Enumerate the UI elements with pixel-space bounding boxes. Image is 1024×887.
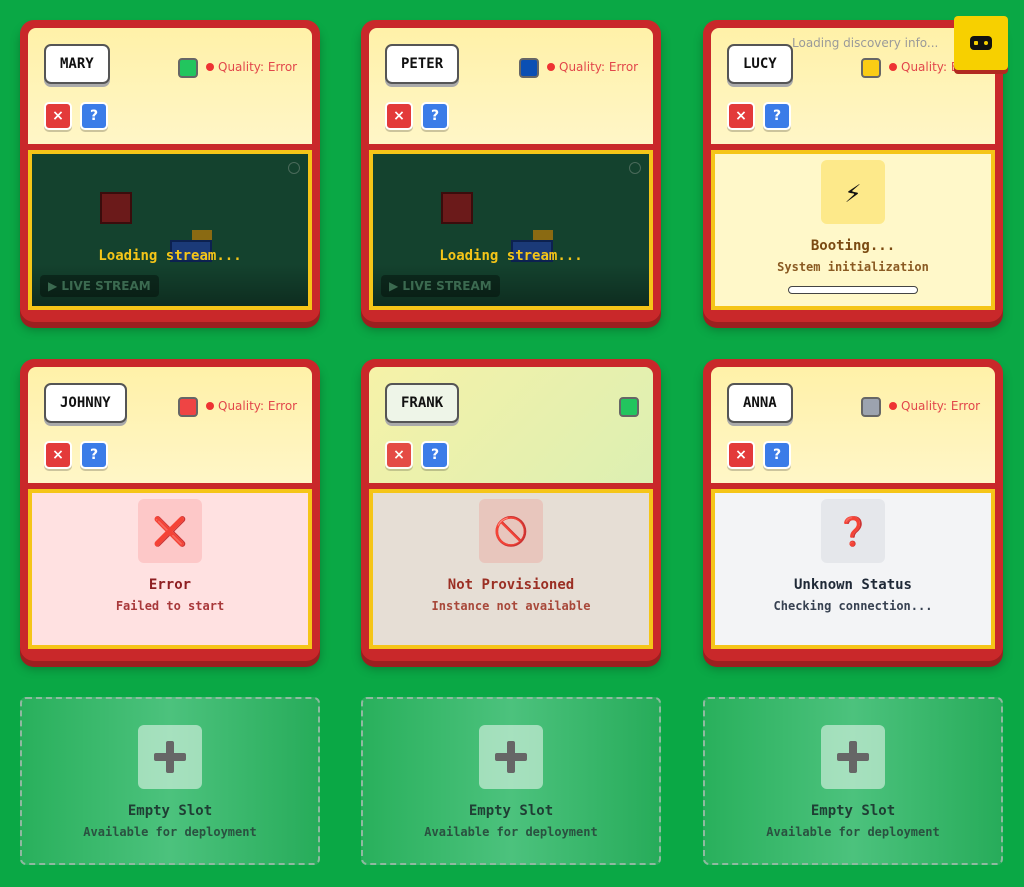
status-subtitle: Failed to start: [115, 599, 225, 613]
question-icon: ❓: [821, 499, 885, 563]
spinner-icon: [629, 162, 641, 174]
help-button[interactable]: ?: [80, 441, 108, 469]
status-title: Error: [148, 577, 192, 593]
close-button[interactable]: ×: [44, 441, 72, 469]
add-icon: [138, 725, 202, 789]
empty-slot[interactable]: Empty Slot Available for deployment: [361, 697, 661, 865]
status-panel-not-provisioned: 🚫 Not Provisioned Instance not available: [369, 489, 653, 649]
help-button[interactable]: ?: [763, 441, 791, 469]
status-title: Unknown Status: [793, 577, 912, 593]
status-panel-booting: ⚡ Booting... System initialization: [711, 150, 995, 310]
stream-pixel: [100, 192, 132, 224]
instance-name-tag[interactable]: PETER: [385, 44, 460, 84]
status-title: Not Provisioned: [447, 577, 575, 593]
error-icon: ❌: [138, 499, 202, 563]
status-panel-unknown: ❓ Unknown Status Checking connection...: [711, 489, 995, 649]
card-header: MARY Quality: Error × ?: [28, 28, 312, 144]
card-header: JOHNNY Quality: Error × ?: [28, 367, 312, 483]
add-icon: [821, 725, 885, 789]
close-button[interactable]: ×: [385, 441, 413, 469]
instance-card-peter: PETER Quality: Error × ? Loading stream.…: [361, 20, 661, 322]
add-icon: [479, 725, 543, 789]
empty-slot-subtitle: Available for deployment: [766, 825, 940, 839]
card-header: PETER Quality: Error × ?: [369, 28, 653, 144]
quality-label: Quality: Error: [559, 60, 639, 74]
quality-indicator: Quality: Error: [206, 59, 297, 75]
lightning-icon: ⚡: [821, 160, 885, 224]
empty-slot-title: Empty Slot: [810, 803, 896, 819]
quality-indicator: Quality: E: [889, 59, 958, 75]
quality-indicator: Quality: Error: [547, 59, 638, 75]
status-subtitle: Checking connection...: [773, 599, 933, 613]
empty-slot-subtitle: Available for deployment: [424, 825, 598, 839]
instance-name-tag[interactable]: JOHNNY: [44, 383, 127, 423]
quality-label: Quality: Error: [901, 399, 981, 413]
instance-name-tag[interactable]: LUCY: [727, 44, 793, 84]
instance-name-tag[interactable]: MARY: [44, 44, 110, 84]
help-button[interactable]: ?: [421, 102, 449, 130]
empty-slot[interactable]: Empty Slot Available for deployment: [20, 697, 320, 865]
discovery-status-text: Loading discovery info...: [792, 36, 939, 50]
instance-name-tag[interactable]: ANNA: [727, 383, 793, 423]
stream-viewport[interactable]: Loading stream... ▶ LIVE STREAM: [369, 150, 653, 310]
status-dot-icon: [889, 402, 897, 410]
game-controller-button[interactable]: [954, 16, 1008, 70]
empty-slot-title: Empty Slot: [468, 803, 554, 819]
color-swatch: [519, 58, 539, 78]
status-subtitle: Instance not available: [431, 599, 591, 613]
instance-name-tag[interactable]: FRANK: [385, 383, 460, 423]
color-swatch: [178, 58, 198, 78]
gamepad-icon: [970, 36, 992, 50]
quality-indicator: Quality: Error: [206, 398, 297, 414]
live-stream-badge[interactable]: ▶ LIVE STREAM: [381, 275, 500, 297]
empty-slot-subtitle: Available for deployment: [83, 825, 257, 839]
status-dot-icon: [889, 63, 897, 71]
quality-indicator: Quality: Error: [889, 398, 980, 414]
instance-card-johnny: JOHNNY Quality: Error × ? ❌ Error Failed…: [20, 359, 320, 661]
instance-card-mary: MARY Quality: Error × ? Loading stream..…: [20, 20, 320, 322]
color-swatch: [178, 397, 198, 417]
help-button[interactable]: ?: [421, 441, 449, 469]
live-stream-badge[interactable]: ▶ LIVE STREAM: [40, 275, 159, 297]
close-button[interactable]: ×: [727, 102, 755, 130]
instance-grid: MARY Quality: Error × ? Loading stream..…: [0, 0, 1024, 887]
status-dot-icon: [206, 402, 214, 410]
quality-label: Quality: Error: [218, 60, 298, 74]
empty-slot[interactable]: Empty Slot Available for deployment: [703, 697, 1003, 865]
card-header: FRANK × ?: [369, 367, 653, 483]
status-title: Booting...: [810, 238, 896, 254]
quality-label: Quality: E: [901, 60, 959, 74]
color-swatch: [861, 58, 881, 78]
card-header: ANNA Quality: Error × ?: [711, 367, 995, 483]
close-button[interactable]: ×: [385, 102, 413, 130]
stream-viewport[interactable]: Loading stream... ▶ LIVE STREAM: [28, 150, 312, 310]
prohibited-icon: 🚫: [479, 499, 543, 563]
color-swatch: [619, 397, 639, 417]
loading-text: Loading stream...: [98, 248, 242, 264]
boot-progress-bar: [788, 286, 918, 294]
close-button[interactable]: ×: [44, 102, 72, 130]
help-button[interactable]: ?: [763, 102, 791, 130]
color-swatch: [861, 397, 881, 417]
stream-pixel: [441, 192, 473, 224]
status-subtitle: System initialization: [777, 260, 929, 274]
status-dot-icon: [206, 63, 214, 71]
spinner-icon: [288, 162, 300, 174]
empty-slot-title: Empty Slot: [127, 803, 213, 819]
status-panel-error: ❌ Error Failed to start: [28, 489, 312, 649]
instance-card-anna: ANNA Quality: Error × ? ❓ Unknown Status…: [703, 359, 1003, 661]
quality-label: Quality: Error: [218, 399, 298, 413]
instance-card-frank: FRANK × ? 🚫 Not Provisioned Instance not…: [361, 359, 661, 661]
loading-text: Loading stream...: [439, 248, 583, 264]
close-button[interactable]: ×: [727, 441, 755, 469]
help-button[interactable]: ?: [80, 102, 108, 130]
status-dot-icon: [547, 63, 555, 71]
